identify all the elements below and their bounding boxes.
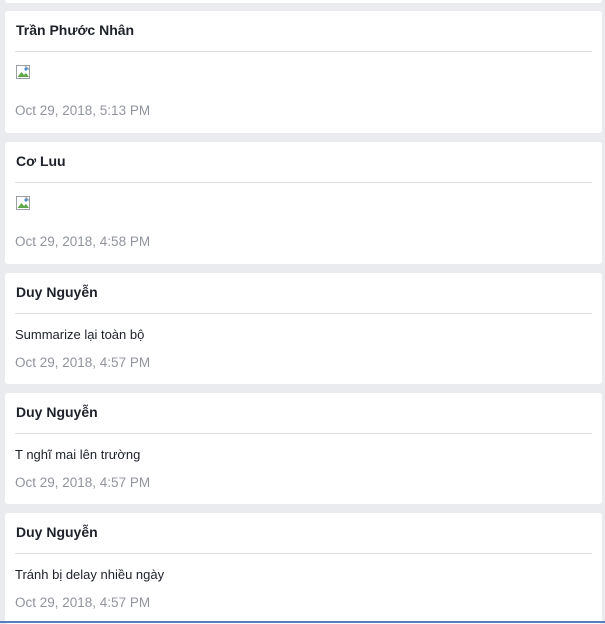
message-text: Summarize lại toàn bộ (15, 327, 145, 342)
message-timestamp: Oct 29, 2018, 5:13 PM (15, 103, 151, 118)
author-name[interactable]: Trần Phước Nhân (16, 22, 134, 38)
message-card: Trần Phước Nhân Oct 29, 2018, 5:13 PM (5, 11, 602, 133)
author-name[interactable]: Cơ Luu (16, 153, 66, 169)
message-timestamp: Oct 29, 2018, 4:57 PM (15, 595, 151, 610)
previous-message-card (5, 0, 602, 3)
broken-image-icon[interactable] (15, 64, 31, 80)
broken-image-icon[interactable] (15, 195, 31, 211)
divider (15, 433, 592, 434)
message-timestamp: Oct 29, 2018, 4:57 PM (15, 475, 151, 490)
message-text: T nghĩ mai lên trường (15, 447, 141, 462)
message-card: Duy Nguyễn Summarize lại toàn bộ Oct 29,… (5, 273, 602, 384)
message-timestamp: Oct 29, 2018, 4:57 PM (15, 355, 151, 370)
message-card: Cơ Luu Oct 29, 2018, 4:58 PM (5, 142, 602, 264)
divider (15, 51, 592, 52)
author-name[interactable]: Duy Nguyễn (16, 404, 98, 420)
divider (15, 313, 592, 314)
message-card: Duy Nguyễn T nghĩ mai lên trường Oct 29,… (5, 393, 602, 504)
divider (15, 553, 592, 554)
divider (15, 182, 592, 183)
message-timestamp: Oct 29, 2018, 4:58 PM (15, 234, 151, 249)
author-name[interactable]: Duy Nguyễn (16, 524, 98, 540)
message-card: Duy Nguyễn Tránh bị delay nhiều ngày Oct… (5, 513, 602, 624)
message-text: Tránh bị delay nhiều ngày (15, 567, 165, 582)
author-name[interactable]: Duy Nguyễn (16, 284, 98, 300)
